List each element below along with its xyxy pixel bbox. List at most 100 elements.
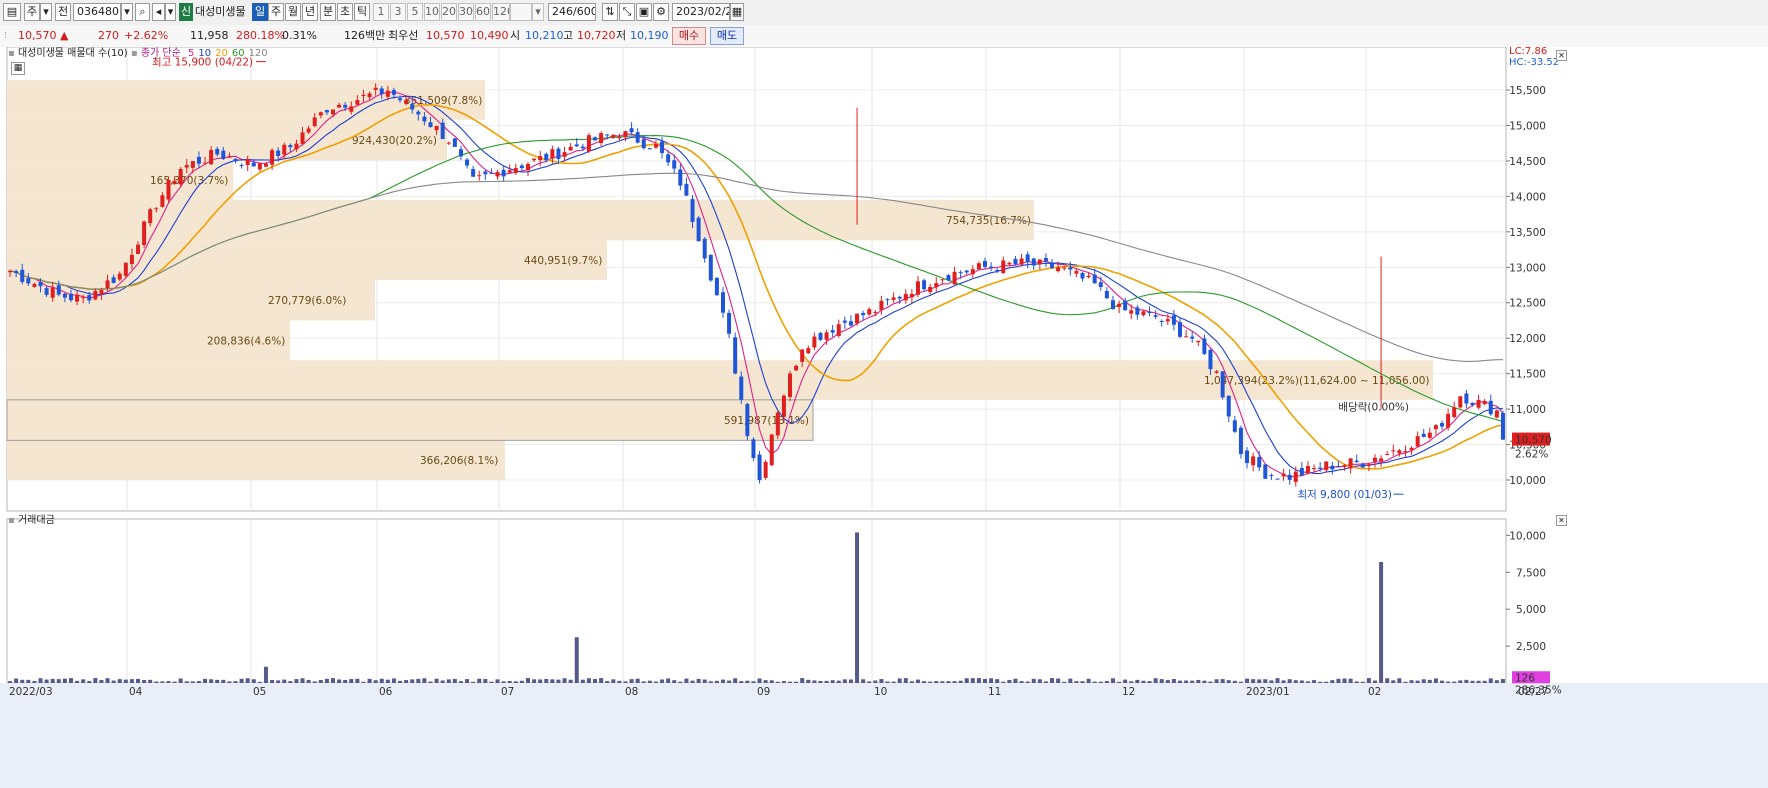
period-tab-5[interactable]: 초	[337, 3, 353, 21]
volume-bar	[1427, 679, 1432, 683]
candle-body	[1135, 307, 1140, 315]
volume-bar	[1110, 678, 1115, 683]
close-panel-icon[interactable]: ✕	[1556, 50, 1567, 61]
interval-tab-1[interactable]: 3	[390, 3, 406, 21]
interval-tab-6[interactable]: 60	[475, 3, 491, 21]
candle-body	[629, 128, 634, 133]
candle-body	[99, 290, 104, 294]
volume-profile-label: 754,735(16.7%)	[946, 215, 1031, 227]
volume-tick-label: 10,000	[1509, 530, 1546, 542]
y-tick-label: 15,500	[1509, 85, 1546, 97]
volume-bar	[196, 681, 201, 683]
interval-tab-3[interactable]: 10	[424, 3, 440, 21]
lookup-icon[interactable]: ⇅	[602, 3, 618, 21]
period-tab-0[interactable]: 일	[252, 3, 268, 21]
period-tab-3[interactable]: 년	[302, 3, 318, 21]
chart-type-icon[interactable]: ⤡	[619, 3, 635, 21]
speaker-icon[interactable]: ◂	[152, 3, 165, 21]
volume-bar	[690, 680, 695, 683]
search-icon[interactable]: ⌕	[135, 3, 150, 21]
candle-body	[123, 262, 128, 276]
interval-tab-2[interactable]: 5	[407, 3, 423, 21]
volume-bar	[605, 681, 610, 683]
code-dropdown-icon[interactable]: ▾	[121, 3, 133, 21]
volume-bar	[495, 679, 500, 683]
interval-tab-0[interactable]: 1	[373, 3, 389, 21]
candle-body	[885, 299, 890, 301]
period-tab-1[interactable]: 주	[268, 3, 284, 21]
candle-body	[806, 348, 811, 354]
candle-body	[166, 179, 171, 200]
candle-body	[1330, 465, 1335, 470]
volume-bar	[178, 678, 183, 683]
candle-body	[812, 336, 817, 348]
buy-button[interactable]: 매수	[672, 27, 706, 45]
gear-icon[interactable]: ⚙	[653, 3, 669, 21]
volume-tick-label: 5,000	[1516, 604, 1546, 616]
volume-bar	[1403, 681, 1408, 683]
candle-body	[842, 320, 847, 323]
volume-bar	[727, 680, 732, 683]
volume-bar	[68, 678, 73, 683]
volume-bar	[160, 681, 165, 683]
volume-bar	[410, 679, 415, 683]
volume-bar	[1494, 680, 1499, 683]
data-count-field[interactable]: 246/600	[548, 3, 596, 21]
all-button[interactable]: 전	[55, 3, 71, 21]
volume-bar	[970, 678, 975, 683]
stock-code-input[interactable]: 036480	[73, 3, 121, 21]
volume-bar	[1031, 678, 1036, 683]
speaker-dropdown-icon[interactable]: ▾	[165, 3, 176, 21]
volume-bar	[1251, 679, 1256, 683]
grid-toggle-icon[interactable]: ▦	[11, 62, 25, 75]
period-tab-6[interactable]: 틱	[354, 3, 370, 21]
candle-body	[1452, 407, 1457, 417]
market-dropdown-icon[interactable]: ▾	[40, 3, 52, 21]
custom-interval-dropdown-icon[interactable]: ▾	[532, 3, 544, 21]
candle-body	[1494, 410, 1499, 418]
calendar-icon[interactable]: ▦	[730, 3, 744, 21]
volume-bar	[398, 680, 403, 683]
candle-body	[1299, 468, 1304, 476]
candle-body	[1482, 401, 1487, 405]
close-volume-panel-icon[interactable]: ✕	[1556, 515, 1567, 526]
candle-body	[989, 266, 994, 268]
period-tab-2[interactable]: 월	[285, 3, 301, 21]
save-icon[interactable]: ▣	[636, 3, 652, 21]
candle-body	[848, 321, 853, 326]
volume-bar	[1171, 679, 1176, 683]
candle-body	[788, 373, 793, 397]
candle-body	[245, 159, 250, 166]
volume-bar	[1050, 678, 1055, 683]
period-tab-4[interactable]: 분	[320, 3, 336, 21]
price-chart[interactable]: 366,206(8.1%)591,987(13.1%)1,047,394(23.…	[0, 47, 1768, 788]
candle-body	[1348, 458, 1353, 469]
custom-interval-field[interactable]	[510, 3, 532, 21]
volume-profile-bar	[7, 399, 813, 441]
candle-body	[282, 144, 287, 155]
candle-body	[1312, 468, 1317, 470]
volume-bar	[1238, 681, 1243, 683]
chart-menu-icon[interactable]: ▤	[3, 3, 21, 21]
date-field[interactable]: 2023/02/27	[672, 3, 730, 21]
candle-body	[129, 254, 134, 265]
volume-bar	[1202, 680, 1207, 683]
candle-body	[1427, 432, 1432, 438]
volume-bar	[489, 681, 494, 683]
volume-bar	[702, 679, 707, 683]
sell-button[interactable]: 매도	[710, 27, 744, 45]
interval-tab-4[interactable]: 20	[441, 3, 457, 21]
interval-tab-7[interactable]: 120	[492, 3, 510, 21]
volume-profile-label: 165,370(3.7%)	[150, 175, 228, 187]
market-select[interactable]: 주	[24, 3, 40, 21]
candle-body	[270, 150, 275, 165]
volume-bar	[501, 681, 506, 683]
ma-legend: 5 10 20 60 120	[184, 48, 268, 59]
volume-bar	[1287, 679, 1292, 683]
candle-body	[227, 156, 232, 158]
candle-body	[404, 99, 409, 104]
candle-body	[593, 137, 598, 141]
interval-tab-5[interactable]: 30	[458, 3, 474, 21]
candle-body	[830, 330, 835, 333]
candle-body	[26, 278, 31, 284]
